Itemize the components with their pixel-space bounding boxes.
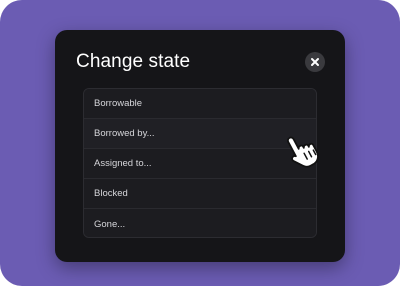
change-state-dialog: Change state Borrowable Borrowed by... A… <box>55 30 345 262</box>
state-option-borrowable[interactable]: Borrowable <box>84 89 316 119</box>
state-option-label: Assigned to... <box>94 158 152 169</box>
state-option-label: Borrowed by... <box>94 128 155 139</box>
state-option-gone[interactable]: Gone... <box>84 209 316 237</box>
state-option-assigned-to[interactable]: Assigned to... <box>84 149 316 179</box>
close-button[interactable] <box>305 52 325 72</box>
dialog-title: Change state <box>76 51 191 72</box>
state-option-borrowed-by[interactable]: Borrowed by... <box>84 119 316 149</box>
state-option-label: Blocked <box>94 188 128 199</box>
state-list: Borrowable Borrowed by... Assigned to...… <box>83 88 317 238</box>
state-option-blocked[interactable]: Blocked <box>84 179 316 209</box>
app-canvas: Change state Borrowable Borrowed by... A… <box>0 0 400 286</box>
close-icon <box>311 58 319 66</box>
state-option-label: Borrowable <box>94 98 143 109</box>
state-option-label: Gone... <box>94 218 126 230</box>
